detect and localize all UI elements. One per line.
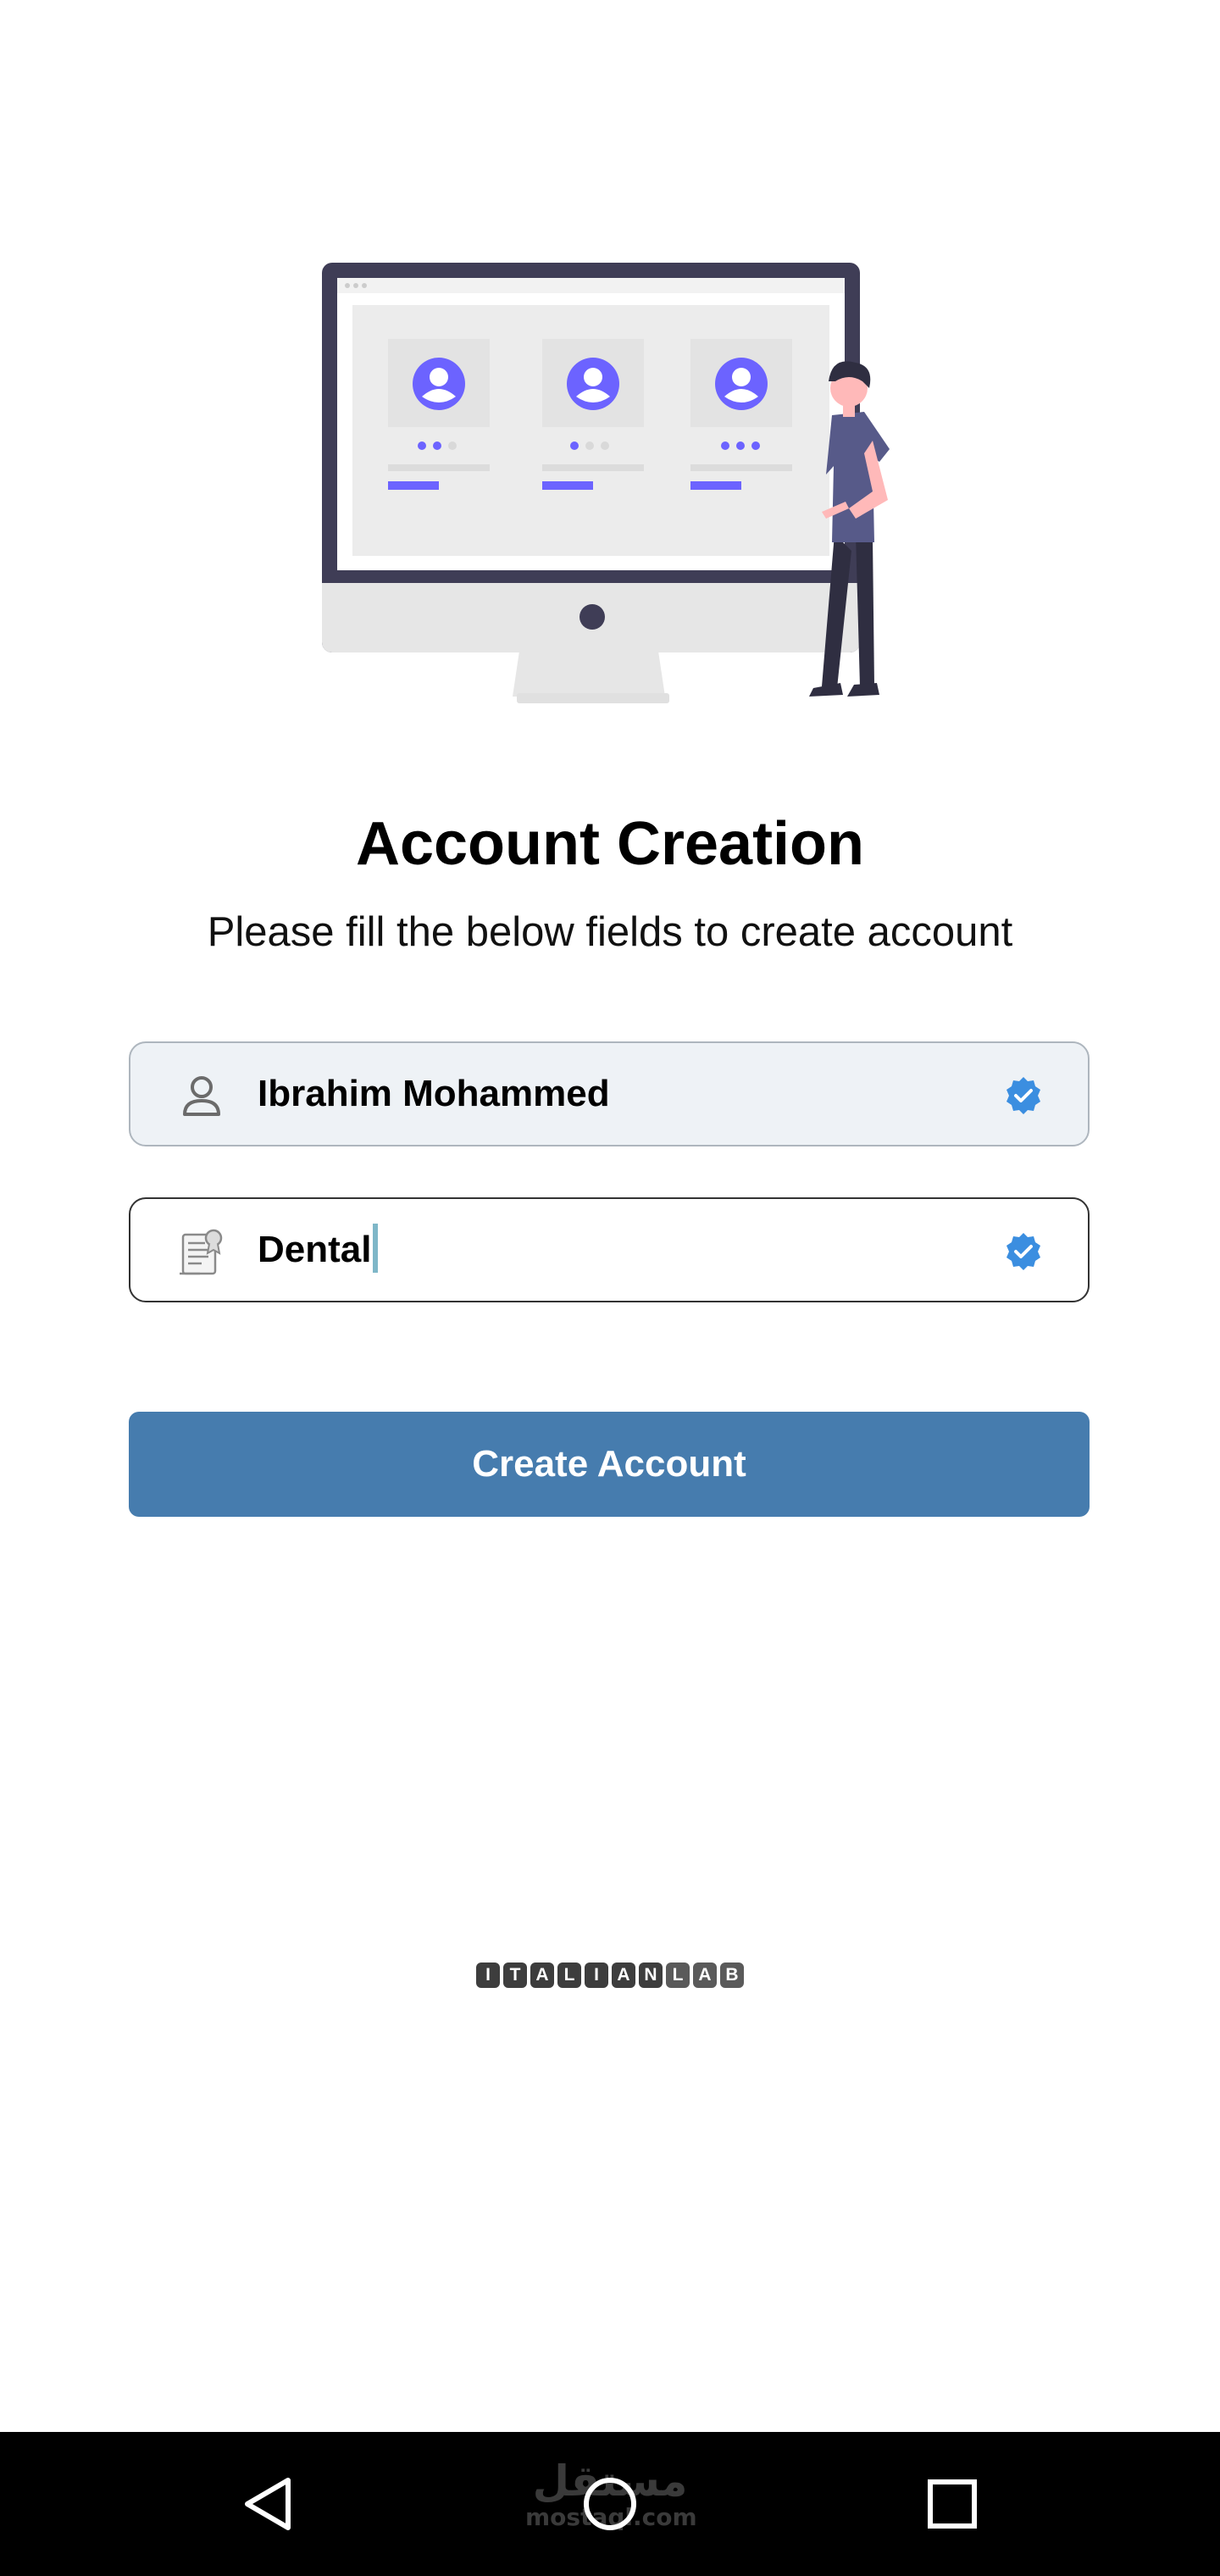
text-caret xyxy=(373,1224,379,1274)
full-name-field[interactable]: Ibrahim Mohammed xyxy=(129,1041,1090,1146)
account-creation-screen: Account Creation Please fill the below f… xyxy=(0,0,1220,2576)
brand-letter: T xyxy=(503,1963,527,1988)
account-illustration xyxy=(322,263,890,703)
back-triangle-icon[interactable] xyxy=(227,2462,312,2546)
verified-badge-icon xyxy=(1006,1077,1040,1114)
brand-letter: N xyxy=(639,1963,663,1988)
page-subtitle: Please fill the below fields to create a… xyxy=(207,909,1013,955)
profile-card-2 xyxy=(542,339,644,490)
profile-card-1 xyxy=(388,339,490,490)
person-icon xyxy=(183,1076,220,1116)
brand-letter: L xyxy=(666,1963,690,1988)
brand-letter: I xyxy=(476,1963,500,1988)
brand-letter: A xyxy=(612,1963,635,1988)
home-circle-icon[interactable] xyxy=(568,2462,652,2546)
brand-letter: L xyxy=(557,1963,581,1988)
specialty-value: Dental xyxy=(258,1229,372,1270)
recent-square-icon[interactable] xyxy=(910,2462,995,2546)
verified-badge-icon xyxy=(1006,1233,1040,1270)
brand-logo: ITALIANLAB xyxy=(0,1963,1220,1988)
brand-letter: I xyxy=(585,1963,608,1988)
profile-card-3 xyxy=(690,339,792,490)
specialty-value-wrap: Dental xyxy=(258,1199,379,1301)
brand-letter: B xyxy=(720,1963,744,1988)
specialty-field[interactable]: Dental xyxy=(129,1197,1090,1302)
create-account-button[interactable]: Create Account xyxy=(129,1412,1090,1517)
system-nav-bar: مستقل mostaql.com xyxy=(0,2432,1220,2576)
brand-letter: A xyxy=(530,1963,554,1988)
brand-letter: A xyxy=(693,1963,717,1988)
brand-letters: ITALIANLAB xyxy=(476,1963,744,1988)
full-name-value: Ibrahim Mohammed xyxy=(258,1073,610,1114)
monitor xyxy=(322,263,860,652)
certificate-icon xyxy=(180,1229,223,1275)
page-title: Account Creation xyxy=(355,810,865,878)
